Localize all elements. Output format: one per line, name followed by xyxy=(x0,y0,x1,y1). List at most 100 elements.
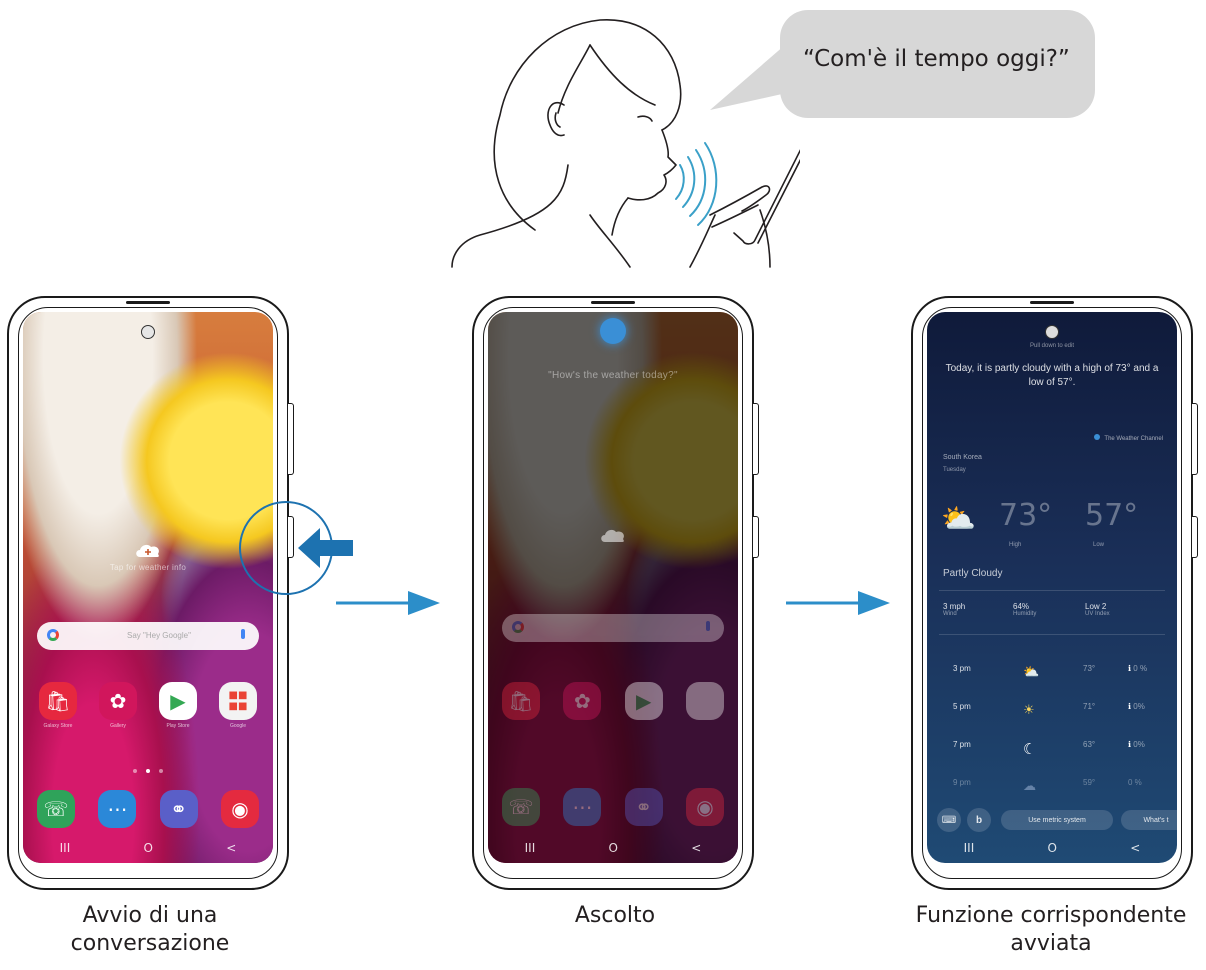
front-camera xyxy=(141,325,155,339)
partly-cloudy-icon: ⛅ xyxy=(1023,664,1040,679)
recents-button[interactable]: III xyxy=(60,841,71,855)
google-search-bar[interactable]: Say "Hey Google" xyxy=(37,622,259,650)
page-indicator[interactable] xyxy=(133,769,163,773)
caption-step-3: Funzione corrispondente avviata xyxy=(896,902,1206,958)
hour-temp: 59° xyxy=(1083,778,1096,787)
bixby-listening-icon xyxy=(600,318,626,344)
hour-time: 9 pm xyxy=(953,778,971,787)
dock: ☏ ⋯ ⚭ ◉ xyxy=(37,790,259,828)
back-button[interactable]: < xyxy=(691,841,701,855)
hour-time: 7 pm xyxy=(953,740,971,749)
camera-icon: ◉ xyxy=(685,788,724,826)
caption-line: Ascolto xyxy=(574,903,656,928)
flower-icon: ✿ xyxy=(563,682,602,720)
hour-temp: 71° xyxy=(1083,702,1096,711)
navigation-bar: III O < xyxy=(927,839,1177,857)
weather-channel-icon xyxy=(1094,434,1101,440)
internet-icon: ⚭ xyxy=(624,788,663,826)
recents-button[interactable]: III xyxy=(525,841,536,855)
caption-line: Funzione corrispondente xyxy=(915,903,1187,928)
weather-widget-icon[interactable] xyxy=(134,542,162,558)
caption-line: Avvio di una xyxy=(82,903,218,928)
hourly-row: 5 pm ☀ 71° ℹ 0% xyxy=(943,702,1161,718)
app-row-1: 🛍 Galaxy Store ✿ Gallery ▶ Play Store ■■ ■■ G… xyxy=(37,682,259,729)
google-folder-icon[interactable]: ■■ ■■ xyxy=(219,682,257,720)
top-speaker xyxy=(126,301,170,304)
location: South Korea xyxy=(943,454,982,461)
store-bag-icon: 🛍 xyxy=(502,682,540,720)
hourly-row: 7 pm ☾ 63° ℹ 0% xyxy=(943,740,1161,758)
top-speaker xyxy=(591,301,635,304)
volume-key[interactable] xyxy=(288,403,294,475)
home-button[interactable]: O xyxy=(1048,841,1057,855)
condition: Partly Cloudy xyxy=(943,568,1003,579)
home-button[interactable]: O xyxy=(609,841,618,855)
app-row-1: 🛍 ✿ ▶ xyxy=(502,682,724,720)
side-key[interactable] xyxy=(1192,516,1198,558)
speech-text: “Com'è il tempo oggi?” xyxy=(803,46,1070,72)
hour-rain: 0 % xyxy=(1128,778,1142,787)
home-button[interactable]: O xyxy=(144,841,153,855)
search-hint: Say "Hey Google" xyxy=(127,631,191,640)
recents-button[interactable]: III xyxy=(964,841,975,855)
navigation-bar: III O < xyxy=(23,839,273,857)
humidity-label: Humidity xyxy=(1013,611,1037,617)
side-key[interactable] xyxy=(753,516,759,558)
uv-value: Low 2 xyxy=(1085,602,1107,611)
wind-value: 3 mph xyxy=(943,602,966,611)
caption-step-2: Ascolto xyxy=(485,902,745,930)
wind-label: Wind xyxy=(943,611,957,617)
phone-icon: ☏ xyxy=(502,788,540,826)
internet-icon[interactable]: ⚭ xyxy=(159,790,198,828)
google-g-icon xyxy=(47,629,59,641)
google-search-bar xyxy=(502,614,724,642)
hour-rain: 0% xyxy=(1133,740,1145,749)
dock: ☏ ⋯ ⚭ ◉ xyxy=(502,788,724,826)
back-button[interactable]: < xyxy=(1130,841,1140,855)
phone-listening: "How's the weather today?" 🛍 ✿ ▶ ☏ ⋯ ⚭ ◉… xyxy=(472,296,759,890)
front-camera xyxy=(1045,325,1059,339)
weather-source[interactable]: The Weather Channel xyxy=(1094,434,1163,442)
low-label: Low xyxy=(1093,542,1105,548)
source-label: The Weather Channel xyxy=(1104,436,1163,442)
phone-icon[interactable]: ☏ xyxy=(37,790,75,828)
store-bag-icon[interactable]: 🛍 xyxy=(39,682,77,720)
keyboard-button[interactable]: ⌨ xyxy=(937,808,961,832)
app-label: Google xyxy=(229,723,247,729)
messages-icon: ⋯ xyxy=(563,788,602,826)
listening-screen: "How's the weather today?" 🛍 ✿ ▶ ☏ ⋯ ⚭ ◉… xyxy=(488,312,738,863)
suggestion-chip[interactable]: Use metric system xyxy=(1001,810,1113,830)
caption-line: avviata xyxy=(1010,931,1092,956)
weather-widget-icon xyxy=(601,529,624,542)
app-label: Galaxy Store xyxy=(43,723,73,729)
weather-widget-text[interactable]: Tap for weather info xyxy=(23,563,273,572)
hour-rain: 0% xyxy=(1133,702,1145,711)
app-label: Play Store xyxy=(166,723,190,729)
play-store-icon: ▶ xyxy=(624,682,663,720)
bixby-button[interactable]: b xyxy=(967,808,991,832)
partly-cloudy-icon: ⛅ xyxy=(941,502,976,535)
app-label: Gallery xyxy=(110,723,126,729)
mic-icon[interactable] xyxy=(241,629,245,639)
volume-key[interactable] xyxy=(753,403,759,475)
high-temp: 73° xyxy=(999,498,1053,533)
step-arrow-1 xyxy=(336,591,440,615)
flower-icon[interactable]: ✿ xyxy=(99,682,137,720)
messages-icon[interactable]: ⋯ xyxy=(98,790,137,828)
hour-time: 5 pm xyxy=(953,702,971,711)
hourly-row: 3 pm ⛅ 73° ℹ 0 % xyxy=(943,664,1161,680)
hour-temp: 63° xyxy=(1083,740,1096,749)
caption-line: conversazione xyxy=(70,931,230,956)
navigation-bar: III O < xyxy=(488,839,738,857)
bixby-result-screen: Pull down to edit Today, it is partly cl… xyxy=(927,312,1177,863)
sunny-cloud-icon: ☀ xyxy=(1023,702,1035,717)
hour-rain: 0 % xyxy=(1133,664,1148,673)
camera-icon[interactable]: ◉ xyxy=(220,790,259,828)
back-button[interactable]: < xyxy=(226,841,236,855)
low-temp: 57° xyxy=(1085,498,1139,533)
high-label: High xyxy=(1009,542,1022,548)
volume-key[interactable] xyxy=(1192,403,1198,475)
play-store-icon[interactable]: ▶ xyxy=(159,682,197,720)
hour-temp: 73° xyxy=(1083,664,1096,673)
suggestion-chip[interactable]: What's t xyxy=(1121,810,1177,830)
